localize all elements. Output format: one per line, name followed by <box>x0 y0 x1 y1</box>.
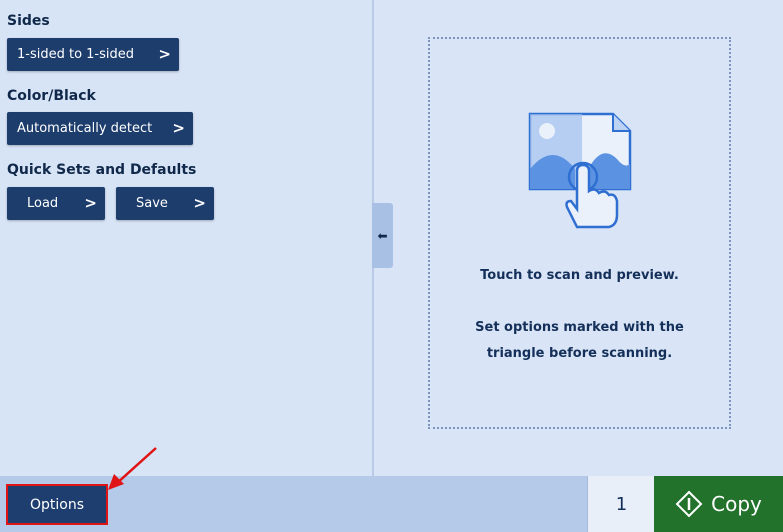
sides-value: 1-sided to 1-sided <box>17 47 135 62</box>
color-black-button[interactable]: Automatically detect > <box>7 112 193 145</box>
preview-instruction-1: Touch to scan and preview. <box>480 268 679 283</box>
load-label: Load <box>27 196 59 211</box>
chevron-right-icon: > <box>193 194 206 212</box>
sides-label: Sides <box>7 13 50 29</box>
start-diamond-icon <box>675 490 703 518</box>
scan-preview-area[interactable]: Touch to scan and preview. Set options m… <box>428 37 731 429</box>
save-label: Save <box>136 196 168 211</box>
touch-scan-preview-icon <box>528 112 632 229</box>
copy-count-field[interactable]: 1 <box>587 476 655 532</box>
save-button[interactable]: Save > <box>116 187 214 220</box>
arrow-left-icon: ⬅ <box>377 228 388 243</box>
load-button[interactable]: Load > <box>7 187 105 220</box>
copy-button[interactable]: Copy <box>654 476 783 532</box>
chevron-right-icon: > <box>84 194 97 212</box>
color-black-value: Automatically detect <box>17 121 153 136</box>
collapse-panel-tab[interactable]: ⬅ <box>372 203 393 268</box>
chevron-right-icon: > <box>158 45 171 63</box>
options-button[interactable]: Options <box>6 484 108 525</box>
chevron-right-icon: > <box>172 119 185 137</box>
color-black-label: Color/Black <box>7 88 96 104</box>
annotation-arrow-icon <box>108 447 157 490</box>
quick-sets-label: Quick Sets and Defaults <box>7 162 197 178</box>
preview-instruction-3: triangle before scanning. <box>486 346 673 361</box>
copy-label: Copy <box>711 492 762 516</box>
options-panel <box>0 0 372 476</box>
preview-instruction-2: Set options marked with the <box>475 320 684 335</box>
sides-button[interactable]: 1-sided to 1-sided > <box>7 38 179 71</box>
